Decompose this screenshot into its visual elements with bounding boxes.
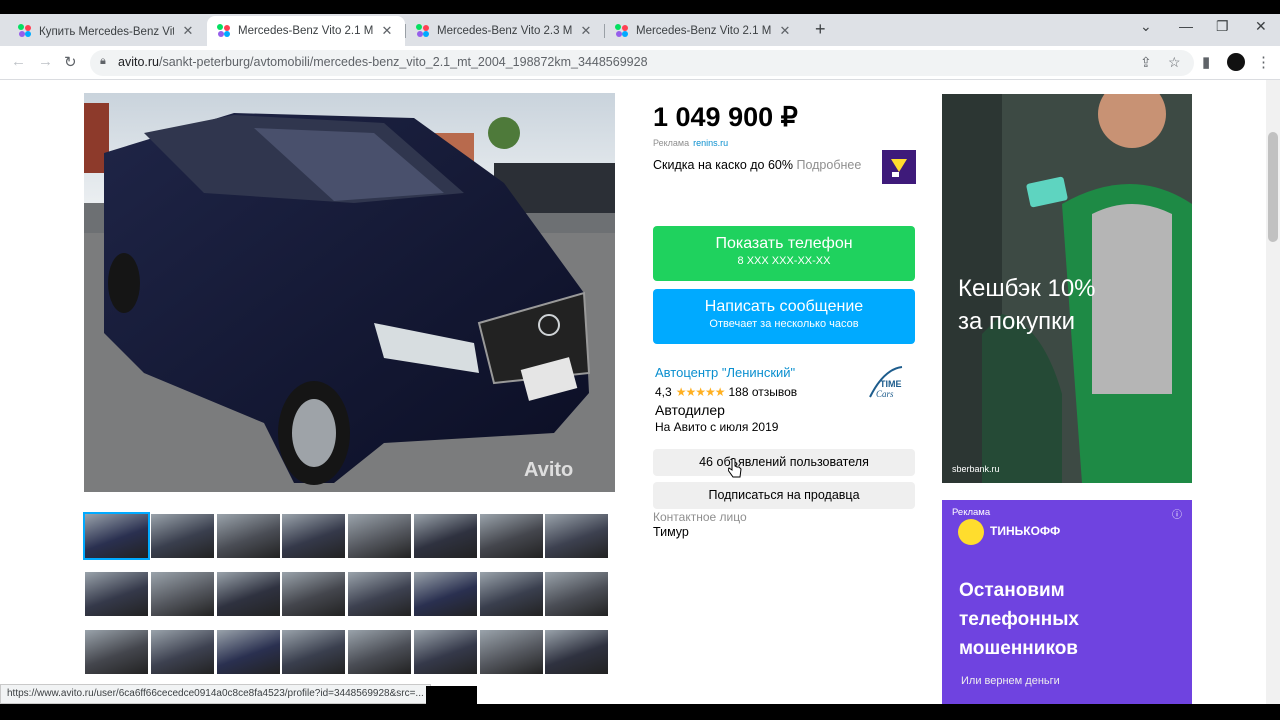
renins-logo-icon[interactable]: [882, 150, 916, 184]
tab-1[interactable]: Купить Mercedes-Benz Vito 🚐 ✕: [8, 16, 206, 46]
photo-thumbnail[interactable]: [348, 572, 411, 616]
photo-thumbnail[interactable]: [348, 630, 411, 674]
tinkoff-subline: Или вернем деньги: [961, 675, 1060, 687]
photo-thumbnail[interactable]: [545, 514, 608, 558]
tinkoff-emblem-icon: [958, 519, 984, 545]
scrollbar-thumb[interactable]: [1268, 132, 1278, 242]
side-panel-icon[interactable]: ▮: [1202, 53, 1210, 71]
tinkoff-ad-banner[interactable]: Реклама ⓘ ТИНЬКОФФ Остановим телефонных мо…: [942, 500, 1192, 704]
tab-title: Mercedes-Benz Vito 2.1 MT, 200: [636, 25, 771, 37]
photo-thumbnail[interactable]: [85, 572, 148, 616]
price: 1 049 900 ₽: [653, 102, 798, 132]
tab-search-chevron-icon[interactable]: ⌄: [1140, 18, 1152, 35]
ad-text[interactable]: Скидка на каско до 60% Подробнее: [653, 158, 861, 172]
back-icon[interactable]: ←: [11, 53, 26, 70]
tinkoff-brand: ТИНЬКОФФ: [990, 524, 1061, 538]
show-phone-button[interactable]: Показать телефон 8 XXX XXX-XX-XX: [653, 226, 915, 281]
tab-title: Купить Mercedes-Benz Vito 🚐: [39, 26, 174, 38]
ad-label: Реклама renins.ru: [653, 138, 729, 148]
tab-title: Mercedes-Benz Vito 2.3 MT, 199: [437, 25, 572, 37]
photo-thumbnail[interactable]: [151, 630, 214, 674]
tinkoff-headline: Остановим телефонных мошенников: [959, 580, 1079, 659]
photo-thumbnail[interactable]: [217, 514, 280, 558]
restore-icon[interactable]: ❐: [1216, 18, 1229, 35]
photo-thumbnail[interactable]: [414, 514, 477, 558]
photo-thumbnail[interactable]: [348, 514, 411, 558]
ad-domain-link[interactable]: renins.ru: [693, 138, 728, 148]
photo-thumbnail[interactable]: [217, 572, 280, 616]
photo-thumbnail[interactable]: [414, 572, 477, 616]
photo-thumbnail[interactable]: [282, 630, 345, 674]
photo-thumbnail[interactable]: [480, 630, 543, 674]
seller-type: Автодилер: [655, 402, 725, 418]
avito-favicon-icon: [416, 24, 430, 38]
photo-thumbnail[interactable]: [151, 514, 214, 558]
close-tab-icon[interactable]: ✕: [379, 23, 395, 39]
photo-thumbnail[interactable]: [282, 514, 345, 558]
menu-kebab-icon[interactable]: ⋮: [1256, 53, 1271, 71]
tab-2-active[interactable]: Mercedes-Benz Vito 2.1 MT, 200 ✕: [207, 16, 405, 46]
seller-since: На Авито с июля 2019: [655, 420, 779, 434]
avito-favicon-icon: [217, 24, 231, 38]
photo-thumbnail[interactable]: [217, 630, 280, 674]
lock-icon[interactable]: 🔒︎: [100, 55, 106, 68]
sber-ad-banner[interactable]: Кешбэк 10% за покупки sberbank.ru: [942, 94, 1192, 483]
address-toolbar: ← → ↻ 🔒︎ avito.ru/sankt-peterburg/avtomo…: [0, 46, 1280, 80]
address-bar[interactable]: 🔒︎ avito.ru/sankt-peterburg/avtomobili/m…: [90, 50, 1194, 76]
rating-stars-icon: ★★★★★: [675, 385, 726, 399]
photo-thumbnail[interactable]: [151, 572, 214, 616]
sber-ad-domain: sberbank.ru: [952, 464, 1000, 474]
close-tab-icon[interactable]: ✕: [578, 23, 594, 39]
ad-label: Реклама: [952, 507, 991, 518]
window-close-icon[interactable]: ✕: [1255, 18, 1267, 35]
photo-thumbnail[interactable]: [85, 630, 148, 674]
contact-label: Контактное лицо: [653, 510, 747, 524]
bookmark-star-icon[interactable]: ☆: [1168, 54, 1181, 71]
mouse-pointer-icon: [728, 458, 742, 478]
sber-ad-headline: Кешбэк 10% за покупки: [958, 275, 1096, 335]
seller-name-link[interactable]: Автоцентр "Ленинский": [655, 365, 795, 380]
seller-logo-icon[interactable]: TIME Cars: [864, 363, 906, 405]
svg-text:TIME: TIME: [880, 379, 902, 389]
forward-icon[interactable]: →: [38, 53, 53, 70]
seller-listings-button[interactable]: 46 объявлений пользователя: [653, 449, 915, 476]
browser-window: Купить Mercedes-Benz Vito 🚐 ✕ Mercedes-B…: [0, 14, 1280, 704]
photo-thumbnail[interactable]: [480, 572, 543, 616]
subscribe-seller-button[interactable]: Подписаться на продавца: [653, 482, 915, 509]
reload-icon[interactable]: ↻: [64, 53, 77, 71]
share-icon[interactable]: ⇪: [1140, 54, 1152, 71]
ad-more-link: Подробнее: [796, 158, 862, 172]
write-message-button[interactable]: Написать сообщение Отвечает за несколько…: [653, 289, 915, 344]
page-scrollbar[interactable]: [1266, 80, 1280, 704]
close-tab-icon[interactable]: ✕: [777, 23, 793, 39]
avito-favicon-icon: [615, 24, 629, 38]
tab-strip: Купить Mercedes-Benz Vito 🚐 ✕ Mercedes-B…: [0, 14, 1280, 46]
photo-thumbnail[interactable]: [480, 514, 543, 558]
url-text[interactable]: avito.ru/sankt-peterburg/avtomobili/merc…: [118, 55, 648, 69]
photo-thumbnail[interactable]: [545, 572, 608, 616]
contact-name: Тимур: [653, 525, 689, 539]
new-tab-button[interactable]: +: [815, 19, 826, 40]
tab-3[interactable]: Mercedes-Benz Vito 2.3 MT, 199 ✕: [406, 16, 604, 46]
photo-thumbnail[interactable]: [282, 572, 345, 616]
ad-info-icon[interactable]: ⓘ: [1172, 506, 1182, 521]
tab-4[interactable]: Mercedes-Benz Vito 2.1 MT, 200 ✕: [605, 16, 803, 46]
photo-thumbnail[interactable]: [83, 512, 150, 560]
avito-favicon-icon: [18, 24, 32, 38]
svg-text:Cars: Cars: [876, 389, 894, 399]
page-viewport: Avito 1 049 900 ₽ Реклама renins.ru Скидк…: [0, 80, 1280, 704]
photo-thumbnail[interactable]: [545, 630, 608, 674]
minimize-icon[interactable]: —: [1179, 18, 1193, 34]
photo-thumbnail[interactable]: [414, 630, 477, 674]
link-status-bar: https://www.avito.ru/user/6ca6ff66cecedc…: [0, 684, 431, 704]
main-car-photo[interactable]: Avito: [84, 93, 615, 492]
profile-avatar[interactable]: [1227, 53, 1245, 71]
close-tab-icon[interactable]: ✕: [180, 23, 196, 39]
tab-title: Mercedes-Benz Vito 2.1 MT, 200: [238, 25, 373, 37]
seller-rating[interactable]: 4,3 ★★★★★ 188 отзывов: [655, 385, 797, 399]
photo-watermark: Avito: [524, 459, 573, 481]
